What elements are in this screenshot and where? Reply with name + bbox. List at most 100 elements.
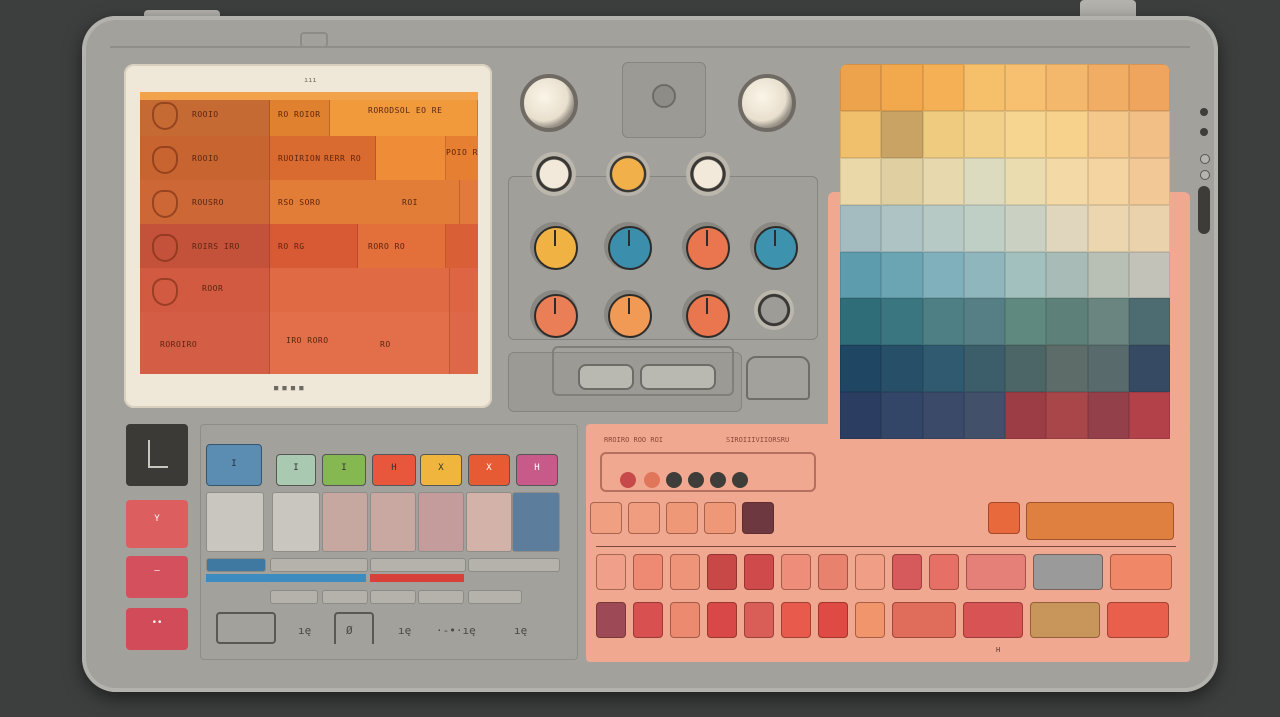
dial-7[interactable] bbox=[682, 290, 730, 338]
small-pad-2[interactable] bbox=[628, 502, 660, 534]
pad-row1-8[interactable] bbox=[855, 554, 885, 590]
transport-button-left[interactable] bbox=[578, 364, 634, 390]
pad-row1-7[interactable] bbox=[818, 554, 848, 590]
dial-1[interactable] bbox=[530, 222, 578, 270]
pad-row2-2[interactable] bbox=[633, 602, 663, 638]
swatch-r1-c2[interactable] bbox=[881, 64, 923, 111]
swatch-r9-c7[interactable] bbox=[1087, 439, 1129, 486]
swatch-r4-c5[interactable] bbox=[1005, 204, 1047, 252]
color-swatch-grid[interactable] bbox=[840, 64, 1170, 486]
dial-6[interactable] bbox=[604, 290, 652, 338]
swatch-r7-c5[interactable] bbox=[1005, 345, 1047, 393]
pad-row1-5[interactable] bbox=[744, 554, 774, 590]
orange-bar-button[interactable] bbox=[1026, 502, 1174, 540]
pad-row1-11[interactable] bbox=[966, 554, 1026, 590]
swatch-r2-c7[interactable] bbox=[1087, 110, 1129, 158]
pad-row2-1[interactable] bbox=[596, 602, 626, 638]
strip-6[interactable] bbox=[322, 590, 368, 604]
side-switch[interactable] bbox=[1198, 186, 1210, 234]
swatch-r2-c4[interactable] bbox=[963, 110, 1005, 158]
swatch-r5-c3[interactable] bbox=[922, 251, 964, 299]
swatch-r2-c1[interactable] bbox=[840, 110, 882, 158]
swatch-r3-c4[interactable] bbox=[963, 157, 1005, 205]
swatch-r6-c7[interactable] bbox=[1087, 298, 1129, 346]
swatch-r8-c8[interactable] bbox=[1128, 392, 1170, 440]
swatch-r5-c6[interactable] bbox=[1046, 251, 1088, 299]
dial-4[interactable] bbox=[750, 222, 798, 270]
pad-row1-6[interactable] bbox=[781, 554, 811, 590]
pad-row2-5[interactable] bbox=[744, 602, 774, 638]
small-knob-2[interactable] bbox=[606, 152, 650, 196]
swatch-r4-c7[interactable] bbox=[1087, 204, 1129, 252]
swatch-r4-c1[interactable] bbox=[840, 204, 882, 252]
pad-row1-2[interactable] bbox=[633, 554, 663, 590]
pad-row1-12[interactable] bbox=[1033, 554, 1103, 590]
swatch-r9-c4[interactable] bbox=[963, 439, 1005, 486]
swatch-r7-c2[interactable] bbox=[881, 345, 923, 393]
swatch-r6-c6[interactable] bbox=[1046, 298, 1088, 346]
swatch-r1-c5[interactable] bbox=[1005, 64, 1047, 111]
corner-key[interactable] bbox=[126, 424, 188, 486]
swatch-r9-c3[interactable] bbox=[922, 439, 964, 486]
swatch-r6-c2[interactable] bbox=[881, 298, 923, 346]
small-pad-5[interactable] bbox=[742, 502, 774, 534]
swatch-r3-c8[interactable] bbox=[1128, 157, 1170, 205]
swatch-r5-c1[interactable] bbox=[840, 251, 882, 299]
screen-row-2[interactable]: ROOIO RUOIRION RERR RO POIO RIOO bbox=[140, 136, 478, 181]
screen-row-5[interactable]: ROOR bbox=[140, 268, 478, 313]
swatch-r1-c7[interactable] bbox=[1087, 64, 1129, 111]
small-knob-4[interactable] bbox=[754, 290, 794, 330]
swatch-r8-c2[interactable] bbox=[881, 392, 923, 440]
swatch-r9-c5[interactable] bbox=[1005, 439, 1047, 486]
corner-bracket-button[interactable] bbox=[216, 612, 276, 644]
swatch-r2-c3[interactable] bbox=[922, 110, 964, 158]
connector-port[interactable] bbox=[746, 356, 810, 400]
fader-2[interactable] bbox=[272, 492, 320, 552]
red-key-3[interactable]: •• bbox=[126, 608, 188, 650]
small-knob-3[interactable] bbox=[686, 152, 730, 196]
pad-magenta[interactable]: H bbox=[516, 454, 558, 486]
swatch-r5-c5[interactable] bbox=[1005, 251, 1047, 299]
pad-row1-10[interactable] bbox=[929, 554, 959, 590]
swatch-r5-c4[interactable] bbox=[963, 251, 1005, 299]
swatch-r1-c1[interactable] bbox=[840, 64, 882, 111]
pad-yellow[interactable]: X bbox=[420, 454, 462, 486]
blue-key[interactable]: I bbox=[206, 444, 262, 486]
small-pad-3[interactable] bbox=[666, 502, 698, 534]
strip-4[interactable] bbox=[468, 558, 560, 572]
swatch-r6-c8[interactable] bbox=[1128, 298, 1170, 346]
pad-row2-8[interactable] bbox=[855, 602, 885, 638]
swatch-r3-c7[interactable] bbox=[1087, 157, 1129, 205]
swatch-r1-c6[interactable] bbox=[1046, 64, 1088, 111]
swatch-r7-c7[interactable] bbox=[1087, 345, 1129, 393]
fader-5[interactable] bbox=[418, 492, 464, 552]
swatch-r3-c2[interactable] bbox=[881, 157, 923, 205]
swatch-r8-c7[interactable] bbox=[1087, 392, 1129, 440]
swatch-r4-c6[interactable] bbox=[1046, 204, 1088, 252]
volume-knob-right[interactable] bbox=[738, 74, 796, 132]
swatch-r8-c3[interactable] bbox=[922, 392, 964, 440]
strip-7[interactable] bbox=[370, 590, 416, 604]
pad-orange[interactable]: X bbox=[468, 454, 510, 486]
bracket-button-2[interactable] bbox=[334, 612, 374, 644]
red-key-1[interactable]: Y bbox=[126, 500, 188, 548]
pad-row2-3[interactable] bbox=[670, 602, 700, 638]
dial-5[interactable] bbox=[530, 290, 578, 338]
pad-row2-7[interactable] bbox=[818, 602, 848, 638]
swatch-r2-c5[interactable] bbox=[1005, 110, 1047, 158]
fader-7[interactable] bbox=[512, 492, 560, 552]
pad-row1-1[interactable] bbox=[596, 554, 626, 590]
pad-red[interactable]: H bbox=[372, 454, 416, 486]
transport-button-right[interactable] bbox=[640, 364, 716, 390]
swatch-r8-c5[interactable] bbox=[1005, 392, 1047, 440]
swatch-r2-c8[interactable] bbox=[1128, 110, 1170, 158]
small-pad-1[interactable] bbox=[590, 502, 622, 534]
swatch-r9-c8[interactable] bbox=[1128, 439, 1170, 486]
swatch-r7-c8[interactable] bbox=[1128, 345, 1170, 393]
swatch-r1-c4[interactable] bbox=[963, 64, 1005, 111]
small-knob-1[interactable] bbox=[532, 152, 576, 196]
swatch-r6-c5[interactable] bbox=[1005, 298, 1047, 346]
swatch-r7-c6[interactable] bbox=[1046, 345, 1088, 393]
swatch-r1-c8[interactable] bbox=[1128, 64, 1170, 111]
screen-row-6[interactable]: ROROIRO IRO RORO RO bbox=[140, 312, 478, 374]
